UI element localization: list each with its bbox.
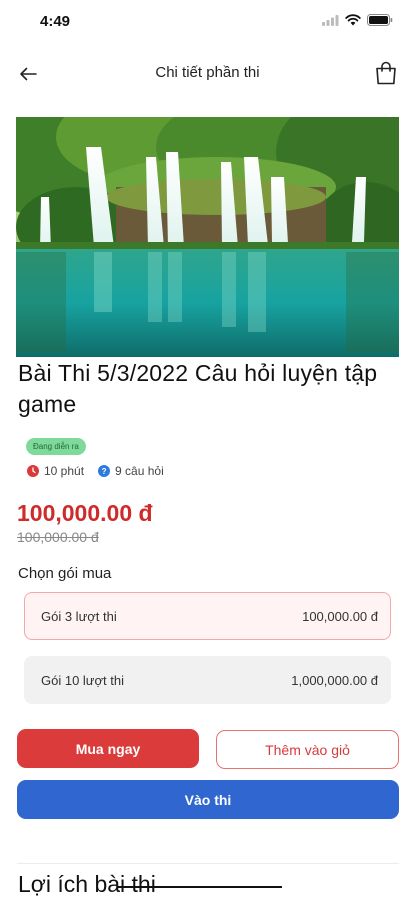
exam-meta: 10 phút ? 9 câu hỏi bbox=[27, 464, 178, 478]
clock-icon bbox=[27, 465, 39, 477]
package-section-label: Chọn gói mua bbox=[18, 565, 112, 582]
benefits-title: Lợi ích bài thi bbox=[18, 871, 156, 897]
status-badge: Đang diễn ra bbox=[26, 438, 86, 455]
overlay-line bbox=[117, 886, 282, 888]
exam-title: Bài Thi 5/3/2022 Câu hỏi luyện tập game bbox=[18, 360, 378, 417]
wifi-icon bbox=[345, 14, 361, 26]
enter-exam-button[interactable]: Vào thi bbox=[17, 780, 399, 819]
duration-text: 10 phút bbox=[44, 464, 85, 478]
duration-info: 10 phút bbox=[27, 464, 84, 478]
question-icon: ? bbox=[98, 465, 111, 477]
nav-bar: Chi tiết phần thi bbox=[0, 52, 415, 96]
package-option-3[interactable]: Gói 3 lượt thi 100,000.00 đ bbox=[24, 592, 391, 640]
add-to-cart-button[interactable]: Thêm vào giỏ bbox=[216, 730, 399, 769]
battery-icon bbox=[367, 14, 393, 26]
questions-info: ? 9 câu hỏi bbox=[98, 464, 164, 478]
waterfall-image bbox=[16, 117, 399, 357]
buy-now-button[interactable]: Mua ngay bbox=[17, 729, 199, 768]
shopping-bag-icon bbox=[376, 61, 396, 85]
divider bbox=[17, 863, 399, 864]
package-price: 1,000,000.00 đ bbox=[291, 672, 378, 688]
package-name: Gói 3 lượt thi bbox=[41, 608, 117, 624]
page-title: Chi tiết phần thi bbox=[155, 64, 260, 81]
status-time: 4:49 bbox=[40, 13, 71, 30]
questions-text: 9 câu hỏi bbox=[115, 464, 164, 478]
package-name: Gói 10 lượt thi bbox=[41, 672, 124, 688]
status-bar: 4:49 bbox=[0, 0, 415, 44]
signal-icon bbox=[322, 14, 339, 26]
old-price: 100,000.00 đ bbox=[17, 529, 99, 545]
status-icons bbox=[322, 14, 393, 26]
cart-button[interactable] bbox=[371, 58, 401, 88]
package-option-10[interactable]: Gói 10 lượt thi 1,000,000.00 đ bbox=[24, 656, 391, 704]
package-price: 100,000.00 đ bbox=[302, 608, 378, 624]
current-price: 100,000.00 đ bbox=[17, 500, 153, 526]
hero-image bbox=[16, 117, 399, 357]
